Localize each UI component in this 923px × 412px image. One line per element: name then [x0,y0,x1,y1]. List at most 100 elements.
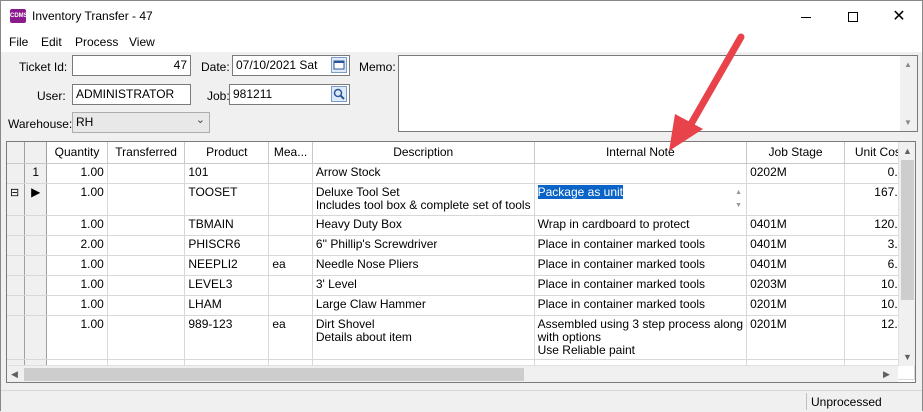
cell-job-stage[interactable]: 0401M [746,215,846,236]
vertical-scroll-thumb[interactable] [901,160,914,300]
table-row[interactable]: 1.00 TBMAIN Heavy Duty Box Wrap in cardboar… [7,215,915,236]
scroll-right-icon[interactable]: ▶ [883,369,890,380]
row-indicator[interactable] [24,235,48,256]
table-row[interactable]: 2.00 PHISCR6 6'' Phillip's Screwdriver Plac… [7,235,915,256]
col-quantity[interactable]: Quantity [46,142,108,164]
row-indicator[interactable] [24,295,48,316]
cell-job-stage[interactable]: 0201M [746,295,846,316]
note-edit-selected-text[interactable]: Package as unit [537,184,623,199]
cell-quantity[interactable]: 1.00 [46,163,108,184]
cell-job-stage[interactable]: 0401M [746,255,846,276]
cell-description[interactable]: Heavy Duty Box [312,215,535,236]
col-description[interactable]: Description [312,142,535,164]
cell-description[interactable]: Large Claw Hammer [312,295,535,316]
cell-description[interactable]: Dirt Shovel Details about item [312,315,535,360]
row-indicator[interactable] [24,255,48,276]
table-row[interactable]: 11.00101Arrow Stock0202M0.58 [7,163,915,184]
cell-description[interactable]: Needle Nose Pliers [312,255,535,276]
cell-job-stage[interactable]: 0203M [746,275,846,296]
cell-product[interactable]: TBMAIN [184,215,270,236]
cell-quantity[interactable]: 1.00 [46,275,108,296]
cell-internal-note[interactable]: Place in container marked tools [534,275,748,296]
scroll-left-icon[interactable]: ◀ [11,369,18,380]
cell-measure[interactable] [268,295,313,316]
cell-internal-note[interactable]: Package as unit ▲ ▼ [534,183,748,216]
col-internal-note[interactable]: Internal Note [534,142,748,164]
table-row[interactable]: 1.00 989-123 ea Dirt Shovel Details about it… [7,315,915,360]
cell-transferred[interactable] [107,295,186,316]
menu-view[interactable]: View [129,35,155,49]
maximize-button[interactable] [830,1,876,32]
cell-internal-note[interactable] [534,163,748,184]
cell-measure[interactable]: ea [268,315,313,360]
menu-process[interactable]: Process [75,35,118,49]
cell-product[interactable]: NEEPLI2 [184,255,270,276]
warehouse-select[interactable]: RH ⌄ [72,112,210,133]
grid-horizontal-scrollbar[interactable]: ◀ ▶ [7,365,898,382]
row-indicator[interactable] [24,215,48,236]
memo-scrollbar[interactable]: ▲ ▼ [900,56,917,131]
cell-internal-note[interactable]: Place in container marked tools [534,255,748,276]
col-transferred[interactable]: Transferred [107,142,186,164]
scroll-up-icon[interactable]: ▲ [904,60,912,69]
cell-description[interactable]: Arrow Stock [312,163,535,184]
minimize-button[interactable] [783,1,829,32]
table-row[interactable]: 1.00 LEVEL3 3' Level Place in container mar… [7,275,915,296]
scroll-down-icon[interactable]: ▼ [904,118,912,127]
cell-measure[interactable] [268,183,313,216]
transfer-grid[interactable]: Quantity Transferred Product Mea... Desc… [6,141,916,383]
cell-quantity[interactable]: 2.00 [46,235,108,256]
job-lookup-button[interactable] [331,86,347,102]
cell-measure[interactable]: ea [268,255,313,276]
cell-measure[interactable] [268,235,313,256]
scroll-down-icon[interactable]: ▼ [903,352,912,362]
cell-transferred[interactable] [107,315,186,360]
table-row[interactable]: 1.00 LHAM Large Claw Hammer Place in contai… [7,295,915,316]
cell-transferred[interactable] [107,255,186,276]
row-indicator[interactable] [24,315,48,360]
cell-internal-note[interactable]: Wrap in cardboard to protect [534,215,748,236]
cell-description[interactable]: 6'' Phillip's Screwdriver [312,235,535,256]
cell-job-stage[interactable]: 0401M [746,235,846,256]
grid-vertical-scrollbar[interactable]: ▲ ▼ [898,142,915,366]
grid-corner-header[interactable] [24,142,48,164]
cell-transferred[interactable] [107,163,186,184]
cell-job-stage[interactable] [746,183,846,216]
close-button[interactable]: ✕ [876,1,922,32]
cell-product[interactable]: LHAM [184,295,270,316]
memo-field[interactable]: ▲ ▼ [398,55,918,132]
cell-internal-note[interactable]: Assembled using 3 step process along with… [534,315,748,360]
table-row[interactable]: ⊟ ▶ 1.00 TOOSET Deluxe Tool Set Includes tool… [7,183,915,216]
row-indicator[interactable]: 1 [24,163,48,184]
cell-measure[interactable] [268,215,313,236]
cell-transferred[interactable] [107,215,186,236]
cell-transferred[interactable] [107,183,186,216]
calendar-button[interactable] [331,57,347,73]
col-measure[interactable]: Mea... [268,142,313,164]
menu-edit[interactable]: Edit [41,35,62,49]
cell-quantity[interactable]: 1.00 [46,215,108,236]
cell-quantity[interactable]: 1.00 [46,183,108,216]
cell-internal-note[interactable]: Place in container marked tools [534,235,748,256]
cell-measure[interactable] [268,163,313,184]
cell-product[interactable]: 101 [184,163,270,184]
cell-job-stage[interactable]: 0202M [746,163,846,184]
cell-product[interactable]: TOOSET [184,183,270,216]
col-job-stage[interactable]: Job Stage [746,142,846,164]
cell-description[interactable]: Deluxe Tool Set Includes tool box & compl… [312,183,535,216]
cell-transferred[interactable] [107,275,186,296]
note-editor-scroll-icon[interactable]: ▲ ▼ [735,186,742,212]
cell-product[interactable]: 989-123 [184,315,270,360]
ticket-id-field[interactable]: 47 [72,55,191,76]
cell-quantity[interactable]: 1.00 [46,255,108,276]
collapse-icon[interactable]: ⊟ [10,187,19,199]
cell-description[interactable]: 3' Level [312,275,535,296]
cell-job-stage[interactable]: 0201M [746,315,846,360]
cell-product[interactable]: LEVEL3 [184,275,270,296]
scroll-up-icon[interactable]: ▲ [903,146,912,156]
cell-quantity[interactable]: 1.00 [46,315,108,360]
row-indicator[interactable]: ▶ [24,183,48,216]
user-field[interactable]: ADMINISTRATOR [72,84,191,105]
table-row[interactable]: 1.00 NEEPLI2 ea Needle Nose Pliers Place in … [7,255,915,276]
row-indicator[interactable] [24,275,48,296]
